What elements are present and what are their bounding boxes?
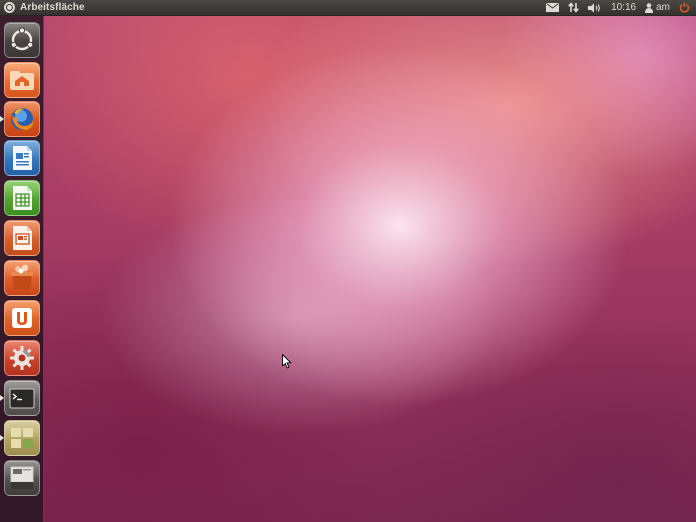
running-indicator [0, 435, 4, 441]
speaker-icon[interactable] [588, 3, 602, 13]
launcher-item-system-settings[interactable] [4, 340, 40, 376]
person-icon [645, 2, 654, 13]
user-menu[interactable]: am [645, 2, 670, 13]
network-arrows-icon[interactable] [568, 2, 579, 13]
top-panel: Arbeitsfläche 10:16 am [0, 0, 696, 16]
launcher-item-dash[interactable] [4, 22, 40, 58]
ubuntu-dash-icon [10, 27, 34, 51]
launcher-item-firefox[interactable] [0, 101, 40, 137]
firefox-icon [11, 108, 34, 130]
launcher-item-ubuntu-one[interactable] [4, 300, 40, 336]
launcher-item-home-folder[interactable] [4, 62, 40, 98]
launcher-item-trash[interactable] [4, 460, 40, 496]
app-title: Arbeitsfläche [20, 2, 85, 13]
power-icon[interactable] [679, 2, 690, 13]
launcher-item-software-center[interactable] [4, 260, 40, 296]
calc-spreadsheet-icon [13, 186, 32, 210]
running-indicator [0, 395, 4, 401]
user-name: am [656, 2, 670, 13]
clock[interactable]: 10:16 [611, 2, 636, 13]
home-folder-icon [10, 71, 34, 90]
running-indicator [0, 116, 4, 122]
envelope-icon[interactable] [546, 3, 560, 12]
workspace-switcher-icon [11, 428, 33, 448]
launcher-item-workspace-switcher[interactable] [0, 420, 40, 456]
ubuntu-logo-icon [4, 2, 15, 13]
indicator-area: 10:16 am [537, 0, 696, 16]
ubuntu-one-icon [12, 308, 32, 328]
launcher-item-libreoffice-calc[interactable] [4, 180, 40, 216]
launcher-item-terminal[interactable] [0, 380, 40, 416]
desktop-wallpaper[interactable] [0, 16, 696, 522]
launcher-item-libreoffice-writer[interactable] [4, 140, 40, 176]
ubuntu-desktop-screen: Arbeitsfläche 10:16 am [0, 0, 696, 522]
app-menu[interactable]: Arbeitsfläche [0, 2, 85, 13]
writer-document-icon [13, 146, 32, 170]
launcher-item-libreoffice-impress[interactable] [4, 220, 40, 256]
launcher [0, 16, 44, 522]
software-center-icon [11, 264, 33, 289]
trash-icon [10, 466, 34, 489]
mouse-pointer-icon [282, 354, 292, 369]
settings-wrench-icon [10, 346, 34, 370]
terminal-icon [9, 388, 35, 409]
impress-presentation-icon [13, 226, 32, 250]
